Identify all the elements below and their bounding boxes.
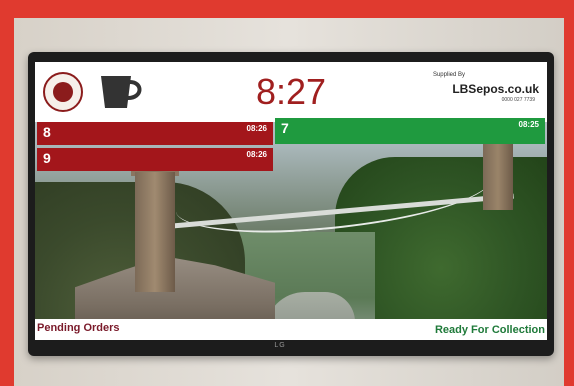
order-number: 8: [43, 124, 51, 140]
ready-order-tile: 7 08:25: [275, 118, 545, 144]
order-time: 08:26: [246, 124, 267, 133]
supplier-phone: 0000 027 7739: [501, 97, 535, 103]
order-time: 08:25: [518, 120, 539, 129]
ready-for-collection-label: Ready For Collection: [434, 324, 545, 336]
red-frame-left: [0, 0, 14, 386]
red-frame-top: [0, 0, 574, 18]
bridge-tower-right: [483, 140, 513, 210]
pending-order-tile: 8 08:26: [37, 122, 273, 145]
coffee-cup-icon: [101, 76, 142, 108]
header-bar: 8:27 Supplied By LBSepos.co.uk 0000 027 …: [35, 62, 547, 122]
order-number: 7: [281, 120, 289, 136]
seal-emblem: [53, 82, 73, 102]
order-time: 08:26: [246, 150, 267, 159]
order-number: 9: [43, 150, 51, 166]
supplier-name: LBSepos.co.uk: [452, 82, 539, 96]
tv-brand-logo: LG: [274, 342, 286, 349]
red-frame-right: [564, 0, 574, 386]
footer-bar: Pending Orders Ready For Collection: [35, 319, 547, 340]
university-seal-logo: [43, 72, 83, 112]
pending-order-tile: 9 08:26: [37, 148, 273, 171]
clock: 8:27: [255, 71, 327, 112]
order-display-screen: 8:27 Supplied By LBSepos.co.uk 0000 027 …: [35, 62, 547, 340]
pending-orders-label: Pending Orders: [37, 322, 120, 334]
supplied-by-label: Supplied By: [432, 72, 465, 78]
bridge-tower-left: [135, 172, 175, 292]
